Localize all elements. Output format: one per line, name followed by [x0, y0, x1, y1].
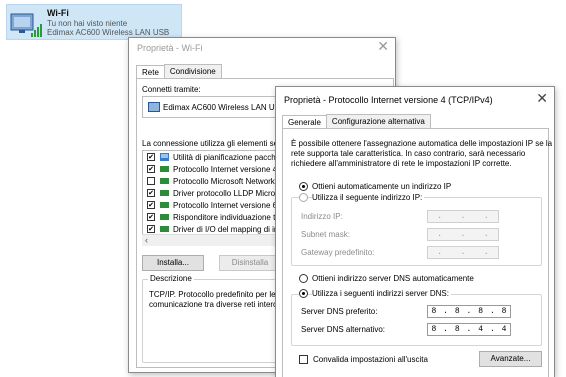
- auto-dns-label: Ottieni indirizzo server DNS automaticam…: [312, 274, 474, 283]
- item-checkbox[interactable]: [147, 177, 155, 185]
- install-button[interactable]: Installa...: [142, 255, 204, 271]
- tab-panel: È possibile ottenere l'assegnazione auto…: [282, 128, 553, 377]
- item-label: Protocollo Internet versione 4 (T: [173, 165, 287, 174]
- preferred-dns-label: Server DNS preferito:: [301, 307, 378, 316]
- tab-strip: Rete Condivisione: [136, 64, 222, 80]
- item-label: Protocollo Internet versione 6 (T: [173, 201, 287, 210]
- items-label: La connessione utilizza gli elementi seg…: [142, 139, 292, 148]
- tab-strip: Generale Configurazione alternativa: [282, 114, 431, 130]
- description-legend: Descrizione: [148, 274, 194, 283]
- subnet-mask-label: Subnet mask:: [301, 230, 350, 239]
- item-label: Protocollo Microsoft Network Ad: [173, 177, 287, 186]
- ip-address-label: Indirizzo IP:: [301, 212, 343, 221]
- uninstall-button[interactable]: Disinstalla: [219, 255, 281, 271]
- protocol-icon: [160, 190, 169, 196]
- alternate-dns-field[interactable]: 8. 8. 4. 4: [427, 323, 511, 336]
- gateway-label: Gateway predefinito:: [301, 248, 375, 257]
- octet: 4: [478, 325, 484, 334]
- item-checkbox[interactable]: ✔: [147, 201, 155, 209]
- wifi-name: Wi-Fi: [47, 8, 69, 18]
- adapter-name: Edimax AC600 Wireless LAN USB: [163, 103, 286, 112]
- octet: 8: [431, 307, 437, 316]
- item-checkbox[interactable]: ✔: [147, 213, 155, 221]
- item-checkbox[interactable]: ✔: [147, 153, 155, 161]
- intro-line: È possibile ottenere l'assegnazione auto…: [291, 139, 553, 148]
- ipv4-properties-dialog: Proprietà - Protocollo Internet versione…: [275, 86, 555, 377]
- auto-ip-radio[interactable]: [299, 182, 308, 191]
- scroll-left-icon[interactable]: ‹: [145, 235, 148, 245]
- wifi-adapter-tile[interactable]: Wi-Fi Tu non hai visto niente Edimax AC6…: [6, 4, 182, 40]
- protocol-icon: [160, 226, 169, 232]
- manual-dns-radio[interactable]: [299, 289, 308, 298]
- network-adapter-icon: [10, 13, 42, 37]
- octet: 8: [431, 325, 437, 334]
- item-checkbox[interactable]: ✔: [147, 189, 155, 197]
- protocol-icon: [160, 202, 169, 208]
- octet: 4: [501, 325, 507, 334]
- manual-ip-radio[interactable]: [299, 193, 308, 202]
- octet: 8: [454, 325, 460, 334]
- dialog-title: Proprietà - Wi-Fi: [137, 43, 203, 53]
- octet: 8: [501, 307, 507, 316]
- intro-line: rete supporta tale caratteristica. In ca…: [291, 149, 526, 158]
- tab-condivisione[interactable]: Condivisione: [163, 64, 222, 79]
- validate-checkbox[interactable]: [299, 355, 308, 364]
- connect-label: Connetti tramite:: [142, 85, 201, 94]
- tab-configurazione-alternativa[interactable]: Configurazione alternativa: [325, 114, 431, 129]
- wifi-status: Tu non hai visto niente: [47, 19, 128, 28]
- intro-line: richiedere all'amministratore di rete le…: [291, 159, 512, 168]
- item-label: Utilità di pianificazione pacchetti: [173, 153, 287, 162]
- protocol-icon: [160, 166, 169, 172]
- octet: 8: [478, 307, 484, 316]
- close-icon[interactable]: ✕: [536, 91, 548, 105]
- auto-ip-label: Ottieni automaticamente un indirizzo IP: [312, 182, 452, 191]
- item-label: Risponditore individuazione topo: [173, 213, 289, 222]
- subnet-mask-field[interactable]: ...: [427, 228, 499, 241]
- close-icon[interactable]: ✕: [377, 39, 389, 53]
- protocol-icon: [160, 178, 169, 184]
- scheduler-icon: [160, 153, 169, 161]
- auto-dns-radio[interactable]: [299, 274, 308, 283]
- adapter-icon: [148, 102, 160, 112]
- manual-ip-label: Utilizza il seguente indirizzo IP:: [312, 193, 425, 202]
- advanced-button[interactable]: Avanzate...: [479, 351, 542, 367]
- preferred-dns-field[interactable]: 8. 8. 8. 8: [427, 305, 511, 318]
- item-checkbox[interactable]: ✔: [147, 225, 155, 233]
- dialog-title: Proprietà - Protocollo Internet versione…: [284, 95, 493, 105]
- manual-dns-label: Utilizza i seguenti indirizzi server DNS…: [312, 289, 451, 298]
- item-label: Driver protocollo LLDP Microsoft: [173, 189, 289, 198]
- octet: 8: [454, 307, 460, 316]
- wifi-adapter: Edimax AC600 Wireless LAN USB: [47, 28, 170, 37]
- protocol-icon: [160, 214, 169, 220]
- validate-label: Convalida impostazioni all'uscita: [313, 355, 428, 364]
- ip-address-field[interactable]: ...: [427, 210, 499, 223]
- manual-dns-group: [291, 294, 542, 346]
- item-checkbox[interactable]: ✔: [147, 165, 155, 173]
- gateway-field[interactable]: ...: [427, 246, 499, 259]
- item-label: Driver di I/O del mapping di indiv: [173, 225, 289, 234]
- alternate-dns-label: Server DNS alternativo:: [301, 325, 386, 334]
